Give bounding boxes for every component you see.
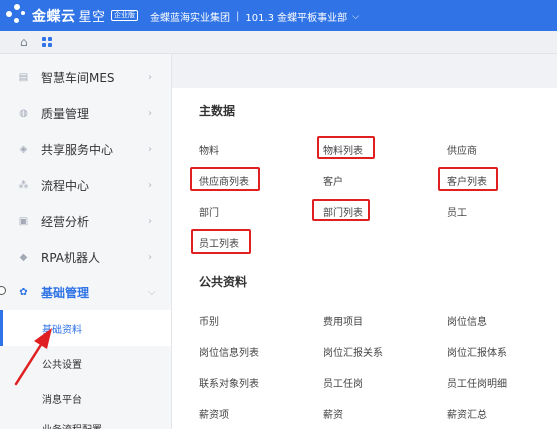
flow-icon: ⁂ <box>18 179 29 191</box>
sidebar-item-label: 经营分析 <box>41 214 90 229</box>
chevron-right-icon: › <box>148 107 152 119</box>
highlight-box <box>317 136 375 159</box>
chevron-down-icon: ⌵ <box>148 286 156 298</box>
link-employee[interactable]: 员工 <box>447 204 467 219</box>
section-title-public-data: 公共资料 <box>199 275 248 289</box>
highlight-box <box>438 167 498 191</box>
org-separator: | <box>236 11 240 22</box>
submenu-item-process-config[interactable]: 业务流程配置 <box>0 415 171 429</box>
link-position-report-system[interactable]: 岗位汇报体系 <box>447 344 507 359</box>
link-contact-list[interactable]: 联系对象列表 <box>199 375 259 390</box>
link-salary-summary[interactable]: 薪资汇总 <box>447 406 487 421</box>
sidebar: ▤ 智慧车间MES › ◍ 质量管理 › ◈ 共享服务中心 › ⁂ 流程中心 ›… <box>0 54 172 429</box>
chevron-right-icon: › <box>148 71 152 83</box>
main-content: 主数据 物料 物料列表 供应商 供应商列表 客户 客户列表 部门 部门列表 员工… <box>172 54 557 429</box>
sidebar-item-rpa[interactable]: ◆ RPA机器人 › <box>0 239 171 275</box>
link-department[interactable]: 部门 <box>199 204 219 219</box>
link-customer[interactable]: 客户 <box>323 173 343 188</box>
link-position-info-list[interactable]: 岗位信息列表 <box>199 344 259 359</box>
link-salary-item[interactable]: 薪资项 <box>199 406 229 421</box>
chart-bar-icon: ▤ <box>18 71 29 83</box>
link-material[interactable]: 物料 <box>199 142 219 157</box>
submenu-item-basic-data[interactable]: 基础资料 <box>0 310 171 346</box>
chevron-right-icon: › <box>148 179 152 191</box>
submenu-item-public-settings[interactable]: 公共设置 <box>0 345 171 381</box>
highlight-box <box>312 199 370 221</box>
home-icon[interactable]: ⌂ <box>20 36 32 48</box>
sidebar-item-basic-management[interactable]: ✿ 基础管理 ⌵ <box>0 274 171 310</box>
submenu-item-label: 公共设置 <box>42 359 82 371</box>
submenu-item-message-platform[interactable]: 消息平台 <box>0 380 171 416</box>
highlight-box <box>190 167 260 191</box>
chevron-down-icon: ⌵ <box>352 11 360 22</box>
brand-name: 金蝶云 星空 <box>32 6 106 26</box>
link-employee-position-detail[interactable]: 员工任岗明细 <box>447 375 507 390</box>
link-position-report-relation[interactable]: 岗位汇报关系 <box>323 344 383 359</box>
sidebar-item-analysis[interactable]: ▣ 经营分析 › <box>0 203 171 239</box>
logo-icon <box>6 4 28 26</box>
submenu-item-label: 基础资料 <box>42 324 82 336</box>
sidebar-item-quality[interactable]: ◍ 质量管理 › <box>0 95 171 131</box>
chevron-right-icon: › <box>148 143 152 155</box>
apps-grid-icon[interactable] <box>42 37 52 47</box>
sidebar-item-label: 流程中心 <box>41 178 90 193</box>
link-supplier[interactable]: 供应商 <box>447 142 477 157</box>
link-position-info[interactable]: 岗位信息 <box>447 313 487 328</box>
sidebar-item-label: RPA机器人 <box>41 250 101 265</box>
org-switcher[interactable]: 金蝶蓝海实业集团 | 101.3 金蝶平板事业部 ⌵ <box>150 9 359 24</box>
tab-bar: ⌂ <box>0 31 557 54</box>
brand-title: 金蝶云 <box>32 9 76 25</box>
content-panel: 主数据 物料 物料列表 供应商 供应商列表 客户 客户列表 部门 部门列表 员工… <box>172 88 557 429</box>
sidebar-item-label: 基础管理 <box>41 285 90 300</box>
sidebar-item-workflow[interactable]: ⁂ 流程中心 › <box>0 167 171 203</box>
dept-name: 101.3 金蝶平板事业部 <box>245 13 348 24</box>
sidebar-item-mes[interactable]: ▤ 智慧车间MES › <box>0 59 171 95</box>
link-salary[interactable]: 薪资 <box>323 406 343 421</box>
sidebar-item-label: 智慧车间MES <box>41 70 115 85</box>
sidebar-item-label: 共享服务中心 <box>41 142 114 157</box>
org-name: 金蝶蓝海实业集团 <box>150 13 230 24</box>
analysis-icon: ▣ <box>18 215 29 227</box>
link-employee-position[interactable]: 员工任岗 <box>323 375 363 390</box>
gear-icon: ✿ <box>19 286 28 298</box>
section-title-master-data: 主数据 <box>199 104 236 118</box>
highlight-box <box>191 229 251 254</box>
link-expense-item[interactable]: 费用项目 <box>323 313 363 328</box>
link-currency[interactable]: 币别 <box>199 313 219 328</box>
chevron-right-icon: › <box>148 251 152 263</box>
sidebar-item-shared-service[interactable]: ◈ 共享服务中心 › <box>0 131 171 167</box>
submenu-item-label: 业务流程配置 <box>42 421 102 429</box>
shield-icon: ◍ <box>19 107 28 119</box>
brand-subtitle: 星空 <box>78 10 106 25</box>
share-icon: ◈ <box>19 143 28 155</box>
top-bar: 金蝶云 星空 企业版 金蝶蓝海实业集团 | 101.3 金蝶平板事业部 ⌵ <box>0 0 557 31</box>
submenu-item-label: 消息平台 <box>42 394 82 406</box>
sidebar-item-label: 质量管理 <box>41 106 90 121</box>
chevron-right-icon: › <box>148 215 152 227</box>
robot-icon: ◆ <box>19 251 28 263</box>
edition-badge: 企业版 <box>111 10 138 21</box>
